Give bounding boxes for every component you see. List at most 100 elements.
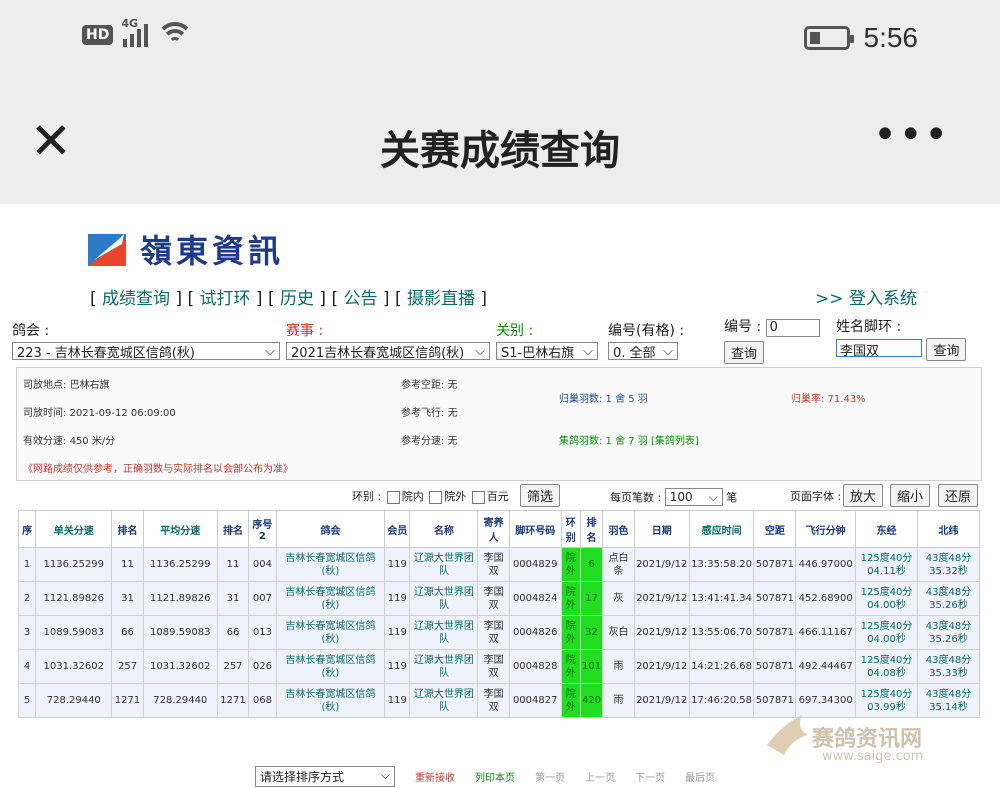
table-cell: 吉林长春宽城区信鸽(秋) (275, 683, 386, 718)
filter-bar: 鸽会 : 223 - 吉林长春宽城区信鸽(秋) ⌵ 赛事 : 2021吉林长春宽城… (12, 319, 987, 364)
checkbox-hundred[interactable] (471, 490, 485, 504)
table-cell: 辽源大世界团队 (409, 581, 479, 616)
race-select[interactable]: 2021吉林长春宽城区信鸽(秋) ⌵ (286, 342, 490, 361)
reset-button[interactable]: 还原 (938, 484, 979, 507)
zoom-out-button[interactable]: 缩小 (890, 484, 931, 507)
club-select[interactable]: 223 - 吉林长春宽城区信鸽(秋) ⌵ (12, 342, 280, 361)
collect-list-link[interactable]: [集鸽列表] (651, 436, 699, 447)
col-header: 会员 (384, 510, 411, 548)
last-page-link[interactable]: 最后页 (685, 769, 715, 784)
collect-count: 集鸽羽数: 1 舍 7 羽 [集鸽列表] (559, 436, 699, 447)
home-rate: 归巢率: 71.43% (791, 394, 866, 405)
table-cell: 13:55:06.70 (688, 615, 755, 650)
nav-live[interactable]: 摄影直播 (407, 289, 475, 309)
sort-select[interactable]: 请选择排序方式 ⌵ (255, 766, 395, 787)
table-cell: 2021/9/12 (633, 547, 690, 582)
col-header[interactable]: 平均分速 (142, 510, 218, 548)
table-cell: 辽源大世界团队 (409, 547, 479, 582)
id-input[interactable]: 0 (765, 319, 820, 337)
stage-select[interactable]: S1-巴林右旗 ⌵ (496, 342, 598, 361)
print-link[interactable]: 列印本页 (475, 769, 515, 784)
club-label: 鸽会 : (12, 323, 50, 339)
col-header: 日期 (633, 510, 690, 548)
reload-link[interactable]: 重新接收 (415, 769, 455, 784)
col-header: 北纬 (916, 510, 981, 548)
table-cell: 507871 (753, 581, 797, 616)
col-header: 排名 (111, 510, 144, 548)
name-label: 姓名脚环 : (836, 319, 902, 335)
table-cell: 119 (384, 581, 411, 616)
prev-page-link[interactable]: 上一页 (585, 769, 615, 784)
chevron-down-icon: ⌵ (583, 343, 593, 359)
table-cell: 0004828 (508, 649, 562, 684)
nav-notice[interactable]: 公告 (344, 289, 378, 309)
table-cell: 院外 (560, 615, 581, 650)
table-row: 3 1089.59083 66 1089.59083 66 013 吉林长春宽城区信鸽(秋)… (17, 615, 981, 650)
checkbox-inside[interactable] (386, 490, 400, 504)
num-select[interactable]: 0. 全部 ⌵ (608, 342, 678, 361)
table-cell: 125度40分04.00秒 (855, 581, 918, 616)
watermark-url: www.saige.com (822, 749, 924, 764)
table-cell: 119 (384, 649, 411, 684)
col-header[interactable]: 感应时间 (688, 510, 755, 548)
ring-filter: 环别 : 院内 院外 百元 (352, 490, 509, 504)
id-query-button[interactable]: 查询 (724, 341, 765, 364)
table-cell: 1271 (111, 683, 144, 718)
table-cell: 辽源大世界团队 (409, 683, 479, 718)
app-titlebar: ✕ 关赛成绩查询 ••• (0, 78, 1000, 204)
table-cell: 43度48分35.26秒 (916, 581, 981, 616)
chevron-down-icon: ⌵ (380, 768, 390, 782)
table-cell: 2021/9/12 (633, 581, 690, 616)
stage-label: 关别 : (496, 323, 534, 339)
table-cell: 004 (248, 547, 277, 582)
clock: 5:56 (863, 22, 919, 53)
table-cell: 007 (248, 581, 277, 616)
hd-badge: HD (82, 25, 114, 45)
table-cell: 李国双 (477, 615, 510, 650)
name-query-button[interactable]: 查询 (926, 338, 967, 361)
race-info: 司放地点: 巴林右旗 司放时间: 2021-09-12 06:09:00 有效分… (16, 367, 982, 481)
per-page: 每页笔数 : 100 ⌵ 笔 (610, 488, 738, 506)
table-cell: 507871 (753, 615, 797, 650)
filter-button[interactable]: 筛选 (520, 484, 561, 507)
table-cell: 43度48分35.32秒 (916, 547, 981, 582)
col-header[interactable]: 单关分速 (35, 510, 113, 548)
table-cell: 452.68900 (795, 581, 857, 616)
signal-icon: 4G (121, 17, 149, 47)
ref-distance: 参考空距: 无 (401, 380, 458, 391)
race-label: 赛事 : (286, 323, 324, 339)
table-cell: 李国双 (477, 547, 510, 582)
login-link[interactable]: >> 登入系统 (815, 284, 917, 309)
next-page-link[interactable]: 下一页 (635, 769, 665, 784)
table-cell: 507871 (753, 547, 797, 582)
first-page-link[interactable]: 第一页 (535, 769, 565, 784)
nav-results[interactable]: 成绩查询 (102, 289, 170, 309)
table-cell: 李国双 (477, 649, 510, 684)
wifi-icon (158, 22, 193, 48)
table-cell: 4 (17, 649, 37, 684)
col-header: 羽色 (602, 510, 635, 548)
status-bar: HD 4G 5:56 (0, 0, 1000, 78)
table-cell: 灰 (602, 581, 635, 616)
table-cell: 2021/9/12 (633, 615, 690, 650)
table-cell: 辽源大世界团队 (409, 649, 479, 684)
more-icon[interactable]: ••• (873, 112, 950, 158)
nav-trial[interactable]: 试打环 (200, 289, 251, 309)
table-cell: 420 (579, 683, 604, 718)
table-cell: 吉林长春宽城区信鸽(秋) (275, 649, 386, 684)
table-cell: 17:46:20.58 (688, 683, 755, 718)
id-label: 编号 : (724, 319, 762, 335)
table-cell: 119 (384, 615, 411, 650)
table-cell: 0004829 (508, 547, 562, 582)
table-cell: 026 (248, 649, 277, 684)
per-page-select[interactable]: 100 ⌵ (664, 488, 723, 506)
col-header: 脚环号码 (508, 510, 562, 548)
name-input[interactable]: 李国双 (836, 339, 922, 359)
zoom-in-button[interactable]: 放大 (843, 484, 884, 507)
table-cell: 3 (17, 615, 37, 650)
table-cell: 吉林长春宽城区信鸽(秋) (275, 615, 386, 650)
page-title: 关赛成绩查询 (380, 128, 620, 174)
nav-history[interactable]: 历史 (280, 289, 314, 309)
checkbox-outside[interactable] (429, 490, 443, 504)
main-nav: [ 成绩查询 ] [ 试打环 ] [ 历史 ] [ 公告 ] [ 摄影直播 ] (90, 289, 488, 309)
